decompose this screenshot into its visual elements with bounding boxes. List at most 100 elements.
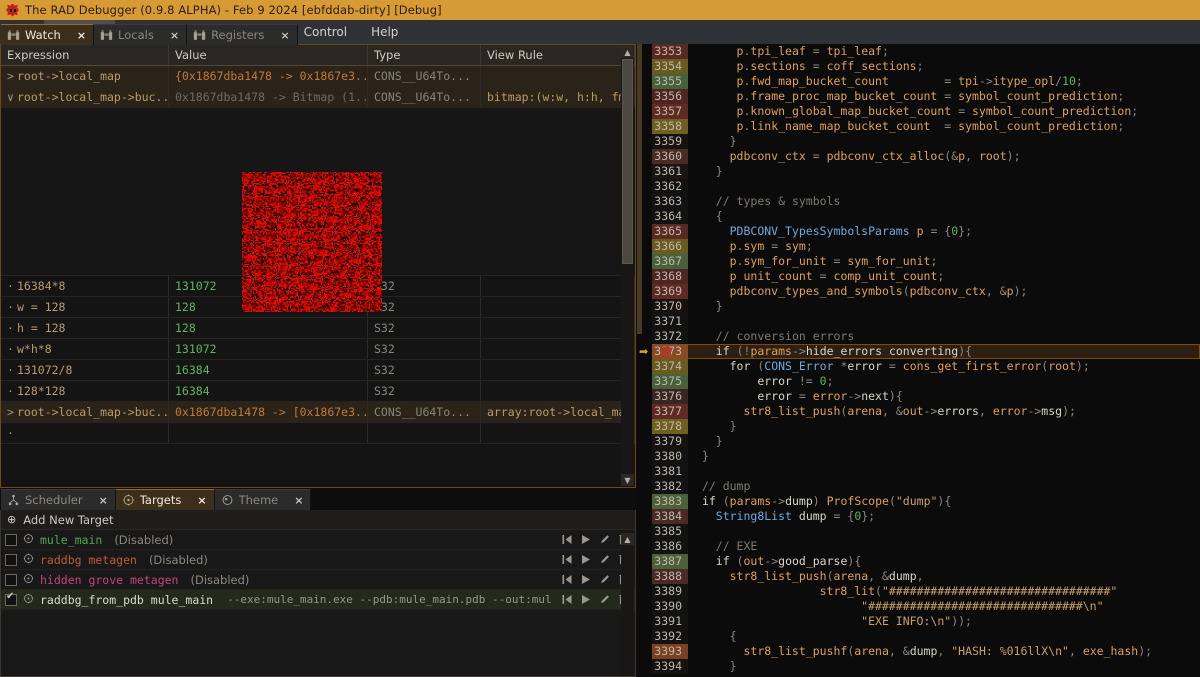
watch-view-rule-cell[interactable] [480, 338, 635, 360]
code-gutter-margin[interactable] [637, 614, 652, 629]
watch-value-cell[interactable]: {0x1867dba1478 -> 0x1867e3.. [168, 65, 368, 87]
code-line[interactable]: 3371 [637, 314, 1200, 329]
watch-row[interactable]: ∨ root->local_map->buc.. 0x1867dba1478 -> … [1, 86, 635, 108]
watch-view-rule-cell[interactable] [480, 317, 635, 339]
watch-expression-cell[interactable]: · w*h*8 [1, 338, 169, 360]
pencil-icon[interactable] [595, 571, 614, 588]
code-line[interactable]: 3355 p.fwd_map_bucket_count = tpi->itype… [637, 74, 1200, 89]
code-line[interactable]: 3392 { [637, 629, 1200, 644]
scroll-down-icon[interactable]: ▼ [621, 474, 634, 486]
watch-expression-cell[interactable]: · w = 128 [1, 296, 169, 318]
code-gutter-margin[interactable] [637, 659, 652, 674]
watch-row[interactable]: > root->local_map {0x1867dba1478 -> 0x1867… [1, 65, 635, 87]
code-gutter-margin[interactable] [637, 644, 652, 659]
close-icon[interactable]: × [194, 494, 209, 507]
code-line[interactable]: 3361 } [637, 164, 1200, 179]
column-header-view-rule[interactable]: View Rule [480, 45, 635, 66]
code-line[interactable]: 3389 str8_lit("#########################… [637, 584, 1200, 599]
code-line[interactable]: 3391 "EXE INFO:\n")); [637, 614, 1200, 629]
code-line[interactable]: 3376 error = error->next){ [637, 389, 1200, 404]
code-line[interactable]: 3394 } [637, 659, 1200, 674]
watch-tab-locals[interactable]: Locals × [94, 24, 188, 45]
play-icon[interactable] [576, 591, 595, 608]
pencil-icon[interactable] [595, 591, 614, 608]
code-line[interactable]: 3380 } [637, 449, 1200, 464]
watch-view-rule-cell[interactable]: bitmap:(w:w, h:h, fmt:rg32) [480, 86, 635, 108]
skip-to-start-icon[interactable] [557, 591, 576, 608]
code-gutter-margin[interactable] [637, 359, 652, 374]
skip-to-start-icon[interactable] [557, 551, 576, 568]
code-gutter-margin[interactable] [637, 449, 652, 464]
watch-expression-cell[interactable]: · 128*128 [1, 380, 169, 402]
code-gutter-margin[interactable] [637, 509, 652, 524]
code-line[interactable]: 3358 p.link_name_map_bucket_count = symb… [637, 119, 1200, 134]
column-header-expression[interactable]: Expression [1, 45, 169, 66]
code-line[interactable]: 3374 for (CONS_Error *error = cons_get_f… [637, 359, 1200, 374]
close-icon[interactable]: × [167, 29, 182, 42]
watch-expression-cell[interactable]: > root->local_map->buc.. [1, 401, 169, 423]
code-gutter-margin[interactable] [637, 584, 652, 599]
targets-scrollbar[interactable]: ▲ [621, 533, 634, 675]
code-line[interactable]: 3388 str8_list_push(arena, &dump, [637, 569, 1200, 584]
code-line-current[interactable]: ➡3373 if (!params->hide_errors convertin… [637, 344, 1200, 359]
watch-expression-cell[interactable]: · 16384*8 [1, 275, 169, 297]
watch-value-cell[interactable] [168, 422, 368, 444]
code-gutter-margin[interactable] [637, 554, 652, 569]
target-row[interactable]: mule_main (Disabled) [1, 530, 635, 550]
watch-tab-watch[interactable]: Watch × [1, 24, 95, 45]
code-line[interactable]: 3383 if (params->dump) ProfScope("dump")… [637, 494, 1200, 509]
target-enabled-checkbox[interactable] [5, 553, 17, 566]
expand-toggle-icon[interactable]: · [7, 363, 17, 377]
code-line[interactable]: 3387 if (out->good_parse){ [637, 554, 1200, 569]
target-row[interactable]: raddbg_from_pdb mule_main --exe:mule_main… [1, 590, 635, 610]
watch-view-rule-cell[interactable]: array:root->local_map->buc.. [480, 401, 635, 423]
code-line[interactable]: 3384 String8List dump = {0}; [637, 509, 1200, 524]
code-line[interactable]: 3390 "###############################\n" [637, 599, 1200, 614]
watch-row[interactable]: · h = 128 128 S32 [1, 317, 635, 339]
breakpoint-icon[interactable] [662, 347, 671, 356]
watch-value-cell[interactable]: 16384 [168, 359, 368, 381]
code-gutter-margin[interactable] [637, 389, 652, 404]
code-line[interactable]: 3362 [637, 179, 1200, 194]
code-line[interactable]: 3368 p unit_count = comp_unit_count; [637, 269, 1200, 284]
expand-toggle-icon[interactable]: ∨ [7, 90, 17, 104]
code-gutter-margin[interactable] [637, 629, 652, 644]
code-line[interactable]: 3381 [637, 464, 1200, 479]
watch-tab-registers[interactable]: Registers × [187, 24, 298, 45]
code-line[interactable]: 3365 PDBCONV_TypesSymbolsParams p = {0}; [637, 224, 1200, 239]
code-line[interactable]: 3377 str8_list_push(arena, &out->errors,… [637, 404, 1200, 419]
watch-view-rule-cell[interactable] [480, 65, 635, 87]
watch-expression-cell[interactable]: · h = 128 [1, 317, 169, 339]
watch-expression-cell[interactable]: ∨ root->local_map->buc.. [1, 86, 169, 108]
play-icon[interactable] [576, 571, 595, 588]
expand-toggle-icon[interactable]: · [7, 384, 17, 398]
watch-value-cell[interactable]: 0x1867dba1478 -> Bitmap (1.. [168, 86, 368, 108]
expand-toggle-icon[interactable]: · [7, 321, 17, 335]
targets-tab-theme[interactable]: Theme × [214, 489, 312, 510]
target-enabled-checkbox[interactable] [5, 591, 17, 606]
watch-view-rule-cell[interactable] [480, 422, 635, 444]
code-line[interactable]: 3375 error != 0; [637, 374, 1200, 389]
code-line[interactable]: 3363 // types & symbols [637, 194, 1200, 209]
watch-value-cell[interactable]: 128 [168, 317, 368, 339]
add-new-target-row[interactable]: ⊕ Add New Target [1, 510, 635, 530]
skip-to-start-icon[interactable] [557, 531, 576, 548]
pencil-icon[interactable] [595, 551, 614, 568]
targets-tab-scheduler[interactable]: Scheduler × [1, 489, 116, 510]
watch-row[interactable]: · 131072/8 16384 S32 [1, 359, 635, 381]
watch-row[interactable]: · 128*128 16384 S32 [1, 380, 635, 402]
expand-toggle-icon[interactable]: · [7, 342, 17, 356]
code-line[interactable]: 3393 str8_list_pushf(arena, &dump, "HASH… [637, 644, 1200, 659]
watch-view-rule-cell[interactable] [480, 296, 635, 318]
code-line[interactable]: 3378 } [637, 419, 1200, 434]
code-gutter-margin[interactable]: ➡ [637, 344, 652, 359]
code-gutter-margin[interactable] [637, 434, 652, 449]
code-line[interactable]: 3360 pdbconv_ctx = pdbconv_ctx_alloc(&p,… [637, 149, 1200, 164]
watch-row[interactable]: > root->local_map->buc.. 0x1867dba1478 -> … [1, 401, 635, 423]
watch-view-rule-cell[interactable] [480, 275, 635, 297]
code-line[interactable]: 3364 { [637, 209, 1200, 224]
code-line[interactable]: 3379 } [637, 434, 1200, 449]
code-line[interactable]: 3386 // EXE [637, 539, 1200, 554]
source-code-view[interactable]: 3353 p.tpi_leaf = tpi_leaf; 3354 p.sectio… [637, 44, 1200, 677]
code-gutter-margin[interactable] [637, 494, 652, 509]
